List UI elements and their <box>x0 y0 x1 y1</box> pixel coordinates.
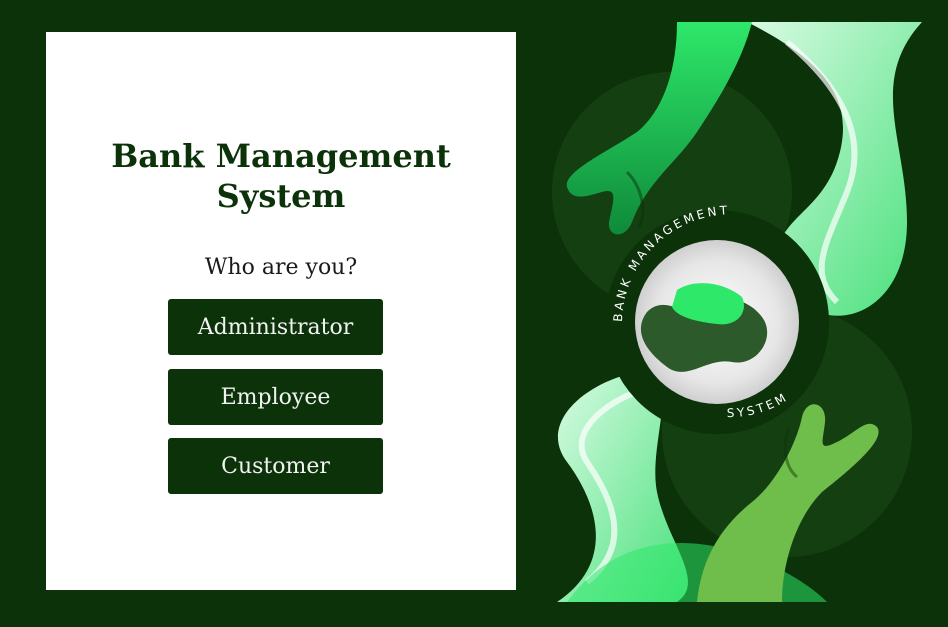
customer-button[interactable]: Customer <box>168 438 383 494</box>
bank-illustration: BANK MANAGEMENT SYSTEM <box>527 22 927 602</box>
login-panel: Bank Management System Who are you? Admi… <box>46 32 516 590</box>
illustration-svg: BANK MANAGEMENT SYSTEM <box>552 22 922 602</box>
administrator-button[interactable]: Administrator <box>168 299 383 355</box>
employee-button[interactable]: Employee <box>168 369 383 425</box>
role-prompt: Who are you? <box>204 255 358 280</box>
app-title: Bank Management System <box>111 137 451 215</box>
